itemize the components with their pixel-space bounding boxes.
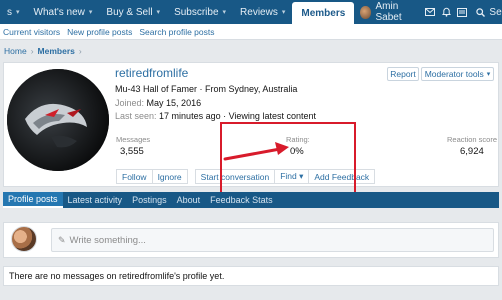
profile-post-placeholder: Write something...	[69, 234, 146, 246]
profile-user-title: Mu-43 Hall of Famer · From Sydney, Austr…	[115, 84, 298, 94]
avatar-image	[7, 69, 109, 171]
profile-username[interactable]: retiredfromlife	[115, 66, 188, 80]
nav-tab-partial[interactable]: s ▾	[0, 0, 27, 24]
breadcrumb: Home › Members ›	[4, 46, 86, 56]
annotation-highlight-box	[220, 122, 356, 199]
subnav-search-profile-posts[interactable]: Search profile posts	[139, 27, 214, 37]
avatar	[360, 5, 371, 19]
follow-button[interactable]: Follow	[116, 169, 153, 184]
tab-about[interactable]: About	[172, 192, 206, 208]
moderator-tools-button[interactable]: Moderator tools ▾	[421, 67, 494, 81]
profile-joined: Joined: May 15, 2016	[115, 98, 201, 108]
chevron-down-icon[interactable]: ▾	[16, 8, 20, 16]
search-button[interactable]: Search	[470, 7, 502, 18]
alerts-button[interactable]	[438, 0, 454, 24]
chevron-down-icon: ▾	[486, 71, 491, 78]
nav-tab-reviews[interactable]: Reviews ▾	[233, 0, 292, 24]
last-seen-label: Last seen:	[115, 111, 157, 121]
search-icon	[476, 7, 486, 17]
account-menu[interactable]: Amin Sabet	[354, 1, 422, 23]
nav-tab-subscribe[interactable]: Subscribe ▾	[167, 0, 233, 24]
top-navigation: s ▾ What's new ▾ Buy & Sell ▾ Subscribe ▾ Re…	[0, 0, 502, 24]
pencil-icon: ✎	[58, 234, 66, 245]
nav-tab-label: Buy & Sell	[106, 6, 153, 18]
sub-navigation: Current visitors New profile posts Searc…	[0, 24, 502, 40]
whats-new-button[interactable]	[454, 0, 470, 24]
messages-value[interactable]: 3,555	[120, 146, 144, 157]
moderator-tools-label: Moderator tools	[424, 69, 484, 79]
nav-tab-label: What's new	[33, 6, 85, 18]
tab-postings[interactable]: Postings	[127, 192, 172, 208]
reaction-score-label: Reaction score	[447, 135, 498, 144]
subnav-new-profile-posts[interactable]: New profile posts	[67, 27, 132, 37]
nav-tab-whats-new[interactable]: What's new ▾	[27, 0, 100, 24]
subnav-current-visitors[interactable]: Current visitors	[3, 27, 60, 37]
bell-icon	[441, 7, 451, 17]
tab-latest-activity[interactable]: Latest activity	[63, 192, 128, 208]
nav-tab-label: Reviews	[240, 6, 278, 18]
account-name: Amin Sabet	[375, 1, 402, 23]
chevron-down-icon[interactable]: ▾	[157, 8, 161, 16]
tab-profile-posts[interactable]: Profile posts	[3, 192, 63, 208]
breadcrumb-separator: ›	[78, 46, 82, 56]
reaction-score-value[interactable]: 6,924	[460, 146, 484, 157]
newspaper-icon	[457, 7, 468, 17]
tab-feedback-stats[interactable]: Feedback Stats	[205, 192, 278, 208]
nav-right: Amin Sabet Search	[354, 0, 502, 24]
avatar	[11, 226, 37, 252]
search-label: Search	[489, 6, 502, 18]
joined-value: May 15, 2016	[146, 98, 202, 108]
nav-tab-members[interactable]: Members	[292, 2, 355, 24]
joined-label: Joined:	[115, 98, 145, 108]
chevron-down-icon[interactable]: ▾	[89, 8, 93, 16]
empty-posts-message: There are no messages on retiredfromlife…	[3, 266, 499, 286]
chevron-down-icon[interactable]: ▾	[282, 8, 286, 16]
profile-post-input[interactable]: ✎ Write something...	[51, 228, 494, 252]
nav-tab-label: s	[7, 6, 12, 18]
chevron-down-icon[interactable]: ▾	[223, 8, 227, 16]
nav-tab-label: Members	[301, 7, 346, 19]
breadcrumb-home[interactable]: Home	[4, 46, 27, 56]
last-seen-value: 17 minutes ago · Viewing latest content	[159, 111, 316, 121]
ignore-button[interactable]: Ignore	[151, 169, 188, 184]
profile-tabs: Profile posts Latest activity Postings A…	[3, 192, 499, 208]
nav-tab-label: Subscribe	[174, 6, 219, 18]
nav-tab-buy-sell[interactable]: Buy & Sell ▾	[99, 0, 167, 24]
breadcrumb-separator: ›	[30, 46, 34, 56]
profile-last-seen: Last seen: 17 minutes ago · Viewing late…	[115, 111, 316, 121]
messages-label: Messages	[116, 135, 151, 144]
envelope-icon	[425, 8, 436, 16]
report-button[interactable]: Report	[387, 67, 419, 81]
profile-avatar[interactable]	[7, 69, 109, 171]
breadcrumb-members[interactable]: Members	[38, 46, 75, 56]
inbox-button[interactable]	[422, 0, 438, 24]
